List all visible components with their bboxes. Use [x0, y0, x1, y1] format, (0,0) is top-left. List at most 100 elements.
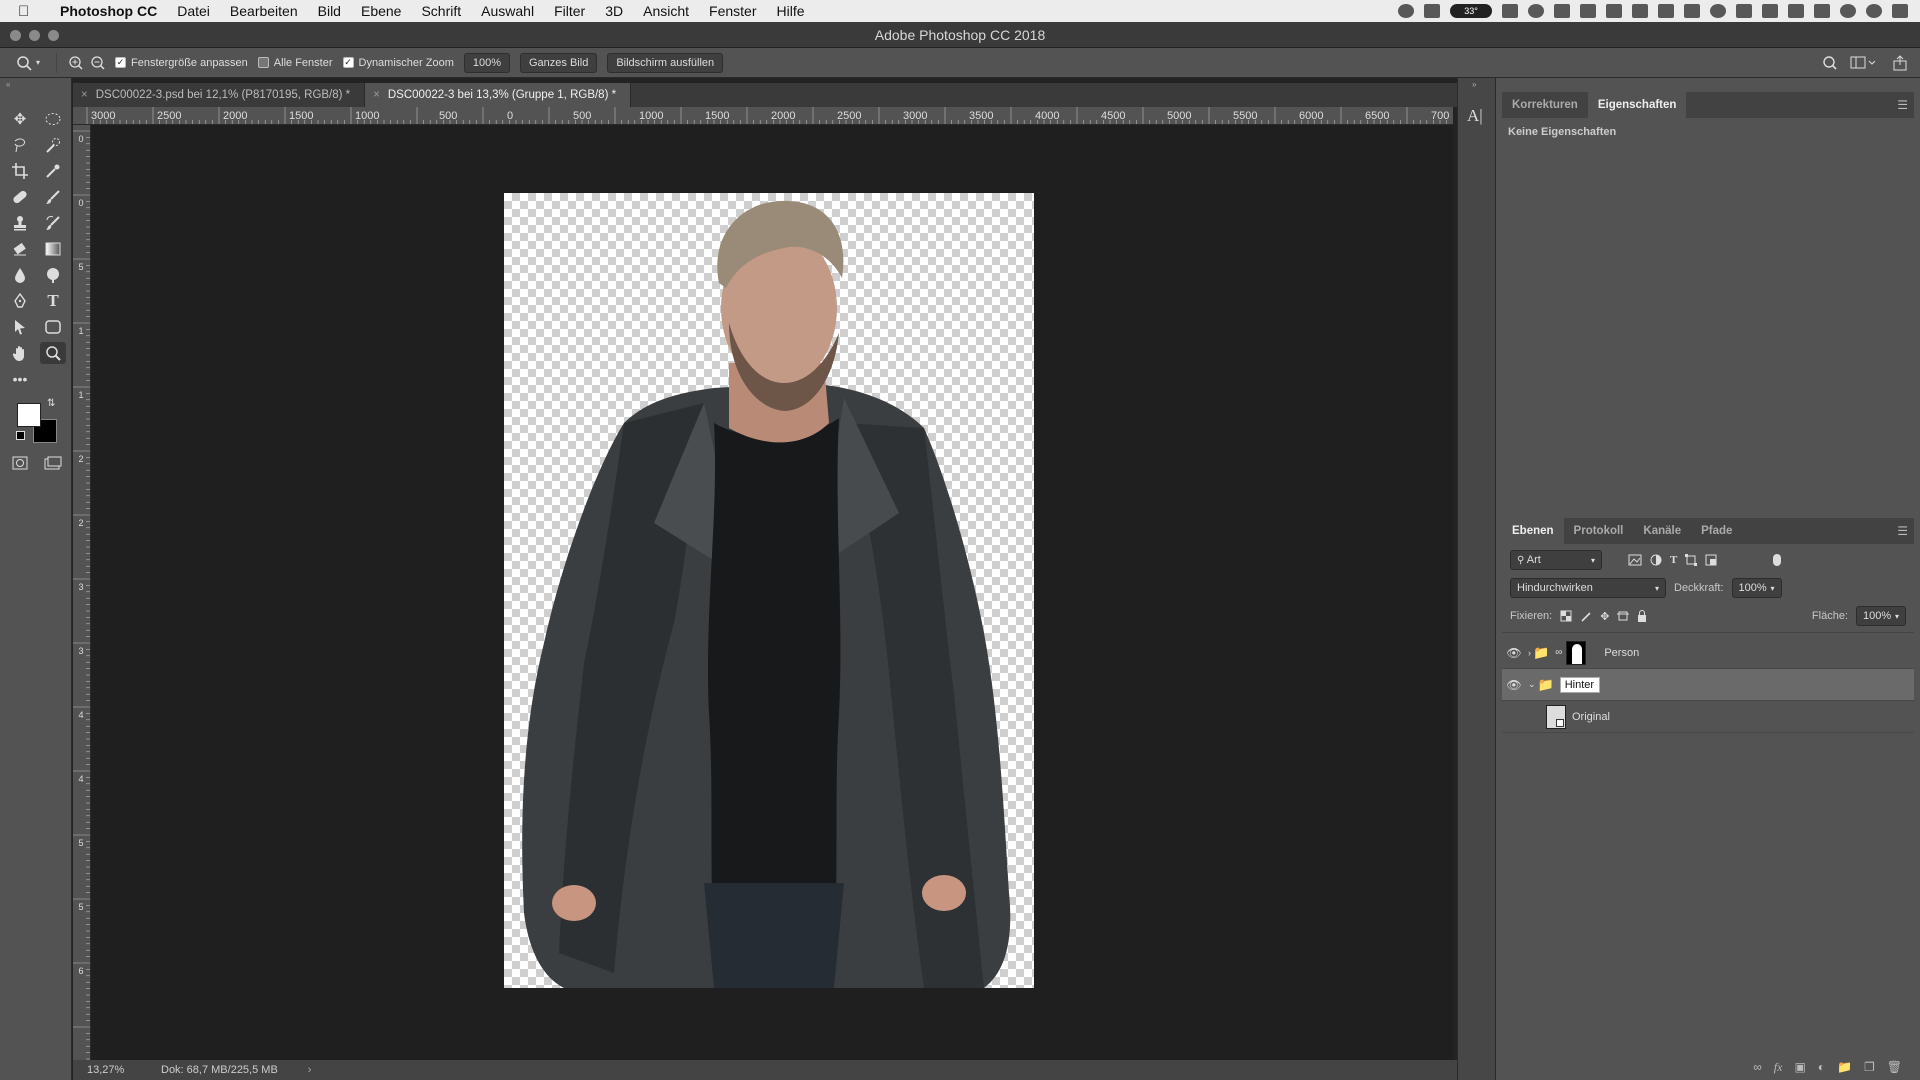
- expand-chevron-icon[interactable]: ›: [1528, 648, 1531, 658]
- menu-schrift[interactable]: Schrift: [411, 3, 471, 19]
- crop-tool-icon[interactable]: [7, 160, 33, 182]
- battery-status-icon[interactable]: [1502, 4, 1518, 18]
- visibility-eye-icon[interactable]: 👁: [1502, 678, 1526, 692]
- lock-transparent-icon[interactable]: [1560, 610, 1572, 622]
- fill-input[interactable]: 100% ▾: [1856, 606, 1906, 626]
- layer-filter-dropdown[interactable]: ⚲ Art ▾: [1510, 550, 1602, 570]
- lock-artboard-icon[interactable]: [1617, 610, 1630, 622]
- bluetooth-icon[interactable]: [1736, 4, 1752, 18]
- window-zoom-button[interactable]: [48, 30, 59, 41]
- ruler-vertical[interactable]: 0 0 5 1 1 2 2 3 3 4 4 5 5 6: [73, 125, 91, 1060]
- notes-icon[interactable]: [1606, 4, 1622, 18]
- evernote-icon[interactable]: [1632, 4, 1648, 18]
- gradient-tool-icon[interactable]: [40, 238, 66, 260]
- menu-datei[interactable]: Datei: [167, 3, 220, 19]
- chevron-down-icon[interactable]: ▾: [1771, 584, 1775, 593]
- blend-mode-dropdown[interactable]: Hindurchwirken ▾: [1510, 578, 1666, 598]
- collapse-arrows-icon[interactable]: «: [6, 80, 10, 89]
- lock-all-icon[interactable]: [1637, 610, 1647, 622]
- window-minimize-button[interactable]: [29, 30, 40, 41]
- filter-toggle-switch[interactable]: [1773, 554, 1782, 566]
- airplay-icon[interactable]: [1788, 4, 1804, 18]
- close-tab-icon[interactable]: ×: [373, 89, 380, 101]
- menu-ansicht[interactable]: Ansicht: [633, 3, 699, 19]
- default-colors-icon[interactable]: [16, 431, 25, 440]
- status-menu-arrow-icon[interactable]: ›: [308, 1064, 312, 1076]
- new-group-icon[interactable]: 📁: [1837, 1060, 1852, 1074]
- expand-arrows-icon[interactable]: »: [1472, 80, 1476, 89]
- hd-icon[interactable]: [1658, 4, 1674, 18]
- zoom-out-icon[interactable]: [87, 55, 109, 71]
- fit-screen-button[interactable]: Ganzes Bild: [520, 52, 598, 73]
- blur-tool-icon[interactable]: [7, 264, 33, 286]
- document-canvas[interactable]: [91, 125, 1453, 1060]
- zoom-in-icon[interactable]: [65, 55, 87, 71]
- zoom-100-button[interactable]: 100%: [463, 52, 510, 73]
- menu-hilfe[interactable]: Hilfe: [767, 3, 815, 19]
- search-icon[interactable]: [1822, 55, 1838, 71]
- marquee-tool-icon[interactable]: [40, 108, 66, 130]
- timemachine-icon[interactable]: [1710, 4, 1726, 18]
- filter-type-icon[interactable]: T: [1670, 554, 1677, 566]
- filter-adjustment-icon[interactable]: [1650, 554, 1662, 566]
- tab-ebenen[interactable]: Ebenen: [1502, 518, 1564, 544]
- zoom-tool-preset-icon[interactable]: ▾: [8, 55, 48, 71]
- layer-name-input[interactable]: Hinter: [1559, 676, 1600, 693]
- scrubby-zoom-checkbox[interactable]: ✓: [342, 57, 354, 68]
- pen-tool-icon[interactable]: [7, 290, 33, 312]
- menu-fenster[interactable]: Fenster: [699, 3, 766, 19]
- visibility-eye-icon[interactable]: 👁: [1502, 646, 1526, 660]
- document-image[interactable]: [504, 193, 1034, 988]
- dodge-tool-icon[interactable]: [40, 264, 66, 286]
- character-panel-icon[interactable]: A|: [1467, 106, 1483, 126]
- layer-row-person[interactable]: 👁 › 📁 ∞ Person: [1502, 637, 1914, 669]
- opacity-input[interactable]: 100% ▾: [1731, 578, 1782, 598]
- menu-filter[interactable]: Filter: [544, 3, 595, 19]
- creative-cloud-icon[interactable]: [1528, 4, 1544, 18]
- chevron-down-icon[interactable]: ▾: [1895, 612, 1899, 621]
- history-brush-tool-icon[interactable]: [40, 212, 66, 234]
- lock-image-icon[interactable]: [1580, 610, 1592, 622]
- filter-shape-icon[interactable]: [1685, 554, 1698, 566]
- adjustment-layer-icon[interactable]: ◐: [1818, 1060, 1825, 1074]
- tab-eigenschaften[interactable]: Eigenschaften: [1587, 92, 1687, 118]
- sync-icon[interactable]: [1554, 4, 1570, 18]
- hand-tool-icon[interactable]: [7, 342, 33, 364]
- battery-icon[interactable]: [1814, 4, 1830, 18]
- display-icon[interactable]: [1684, 4, 1700, 18]
- screen-mode-icon[interactable]: [40, 452, 66, 474]
- window-close-button[interactable]: [10, 30, 21, 41]
- layer-row-hinter[interactable]: 👁 ⌄ 📁 Hinter: [1502, 669, 1914, 701]
- workspace-icon[interactable]: [1850, 55, 1876, 71]
- menu-ebene[interactable]: Ebene: [351, 3, 411, 19]
- panel-menu-icon[interactable]: ☰: [1897, 524, 1908, 538]
- fit-window-checkbox[interactable]: ✓: [115, 57, 126, 68]
- layer-row-original[interactable]: 👁 Original: [1502, 701, 1914, 733]
- delete-layer-icon[interactable]: 🗑: [1887, 1060, 1902, 1074]
- add-mask-icon[interactable]: ▣: [1794, 1060, 1805, 1074]
- rectangle-tool-icon[interactable]: [40, 316, 66, 338]
- fill-screen-button[interactable]: Bildschirm ausfüllen: [607, 52, 724, 73]
- quick-selection-tool-icon[interactable]: [40, 134, 66, 156]
- fx-icon[interactable]: fx: [1774, 1060, 1783, 1075]
- more-tools-icon[interactable]: •••: [7, 368, 33, 390]
- notification-center-icon[interactable]: [1892, 4, 1908, 18]
- menu-3d[interactable]: 3D: [595, 3, 633, 19]
- zoom-tool-icon[interactable]: [40, 342, 66, 364]
- foreground-color-swatch[interactable]: [17, 403, 41, 427]
- siri-icon[interactable]: [1866, 4, 1882, 18]
- filter-smartobject-icon[interactable]: [1705, 554, 1717, 566]
- type-tool-icon[interactable]: T: [40, 290, 66, 312]
- collapse-chevron-icon[interactable]: ⌄: [1528, 679, 1536, 690]
- tab-korrekturen[interactable]: Korrekturen: [1502, 92, 1588, 118]
- path-selection-tool-icon[interactable]: [7, 316, 33, 338]
- wifi-icon[interactable]: [1762, 4, 1778, 18]
- quick-mask-icon[interactable]: [7, 452, 33, 474]
- status-zoom[interactable]: 13,27%: [73, 1064, 143, 1076]
- tab-pfade[interactable]: Pfade: [1691, 518, 1742, 544]
- temperature-badge[interactable]: 33°: [1450, 4, 1492, 18]
- tab-kanaele[interactable]: Kanäle: [1633, 518, 1691, 544]
- close-tab-icon[interactable]: ×: [81, 89, 88, 101]
- eraser-tool-icon[interactable]: [7, 238, 33, 260]
- brush-tool-icon[interactable]: [40, 186, 66, 208]
